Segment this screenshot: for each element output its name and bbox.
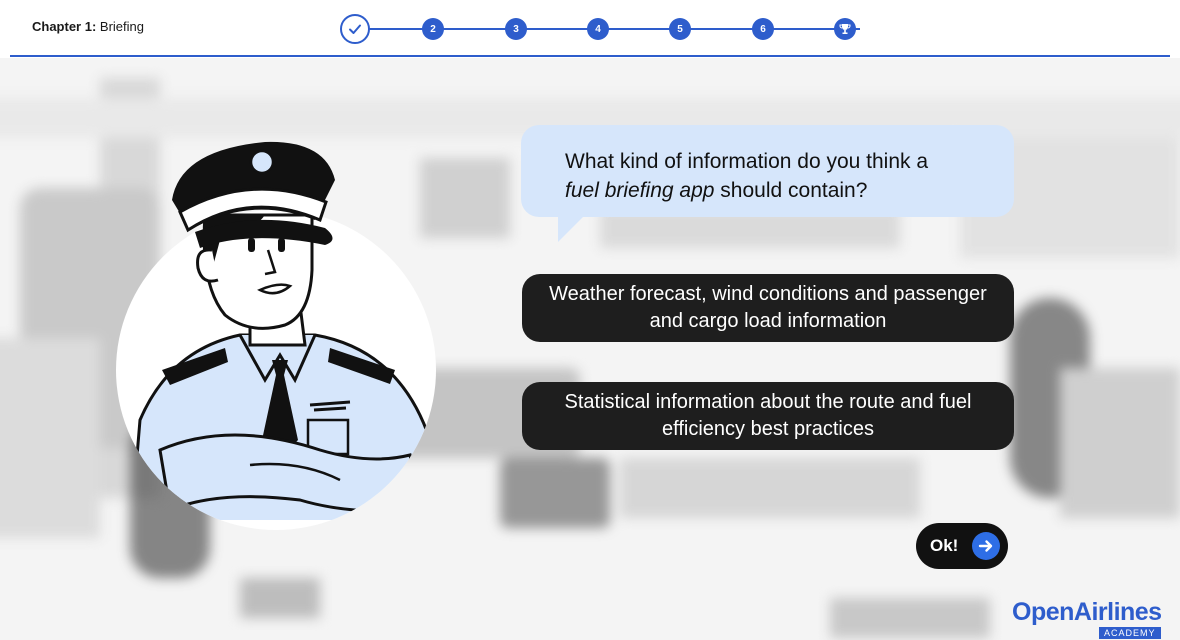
bubble-tail: [558, 212, 588, 242]
progress-stepper: 2 3 4 5 6: [340, 12, 870, 46]
chapter-name: Briefing: [99, 19, 144, 34]
pilot-illustration: [128, 141, 432, 520]
question-text-end: should contain?: [720, 179, 868, 202]
openairlines-academy-logo: OpenAirlines ACADEMY: [1010, 598, 1170, 639]
check-icon: [348, 22, 362, 36]
answer-option-1[interactable]: Weather forecast, wind conditions and pa…: [522, 274, 1014, 342]
answer-option-2-label: Statistical information about the route …: [564, 391, 972, 440]
pilot-avatar: [100, 120, 450, 530]
ok-button[interactable]: Ok!: [916, 523, 1008, 569]
logo-subtitle: ACADEMY: [1099, 627, 1161, 639]
question-bubble: What kind of information do you think a …: [521, 125, 1014, 217]
logo-wordmark: OpenAirlines: [1012, 598, 1162, 626]
chapter-title: Chapter 1: Briefing: [32, 19, 144, 34]
arrow-right-icon: [972, 532, 1000, 560]
question-text-start: What kind of information do you think a: [565, 150, 929, 173]
trophy-icon: [839, 23, 851, 35]
step-final-trophy[interactable]: [834, 18, 856, 40]
chapter-label: Chapter 1:: [32, 19, 97, 34]
step-6[interactable]: 6: [752, 18, 774, 40]
step-5[interactable]: 5: [669, 18, 691, 40]
question-text-emphasis: fuel briefing app: [565, 179, 715, 202]
step-3[interactable]: 3: [505, 18, 527, 40]
step-2[interactable]: 2: [422, 18, 444, 40]
header-divider: [10, 55, 1170, 57]
answer-option-1-label: Weather forecast, wind conditions and pa…: [549, 283, 987, 332]
step-4[interactable]: 4: [587, 18, 609, 40]
ok-button-label: Ok!: [930, 536, 959, 555]
step-1-completed[interactable]: [340, 14, 370, 44]
answer-option-2[interactable]: Statistical information about the route …: [522, 382, 1014, 450]
top-bar: Chapter 1: Briefing 2 3 4 5 6: [0, 0, 1180, 58]
